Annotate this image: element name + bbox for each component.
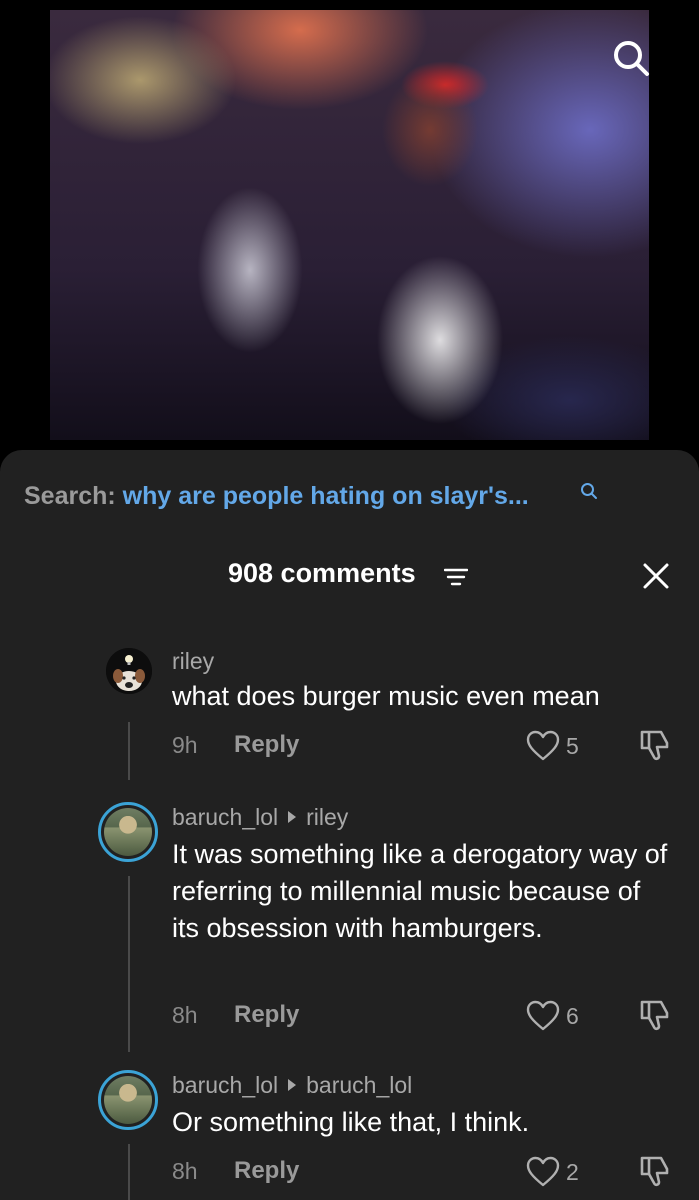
search-icon[interactable] (611, 38, 651, 78)
comments-header: 908 comments (0, 558, 699, 594)
comment-username[interactable]: baruch_lol baruch_lol (172, 1072, 412, 1099)
comment-text: what does burger music even mean (172, 681, 600, 711)
heart-icon[interactable] (526, 1156, 560, 1188)
video-frame[interactable] (50, 10, 649, 440)
search-suggestion[interactable]: Search: why are people hating on slayr's… (24, 482, 529, 511)
dislike-icon[interactable] (638, 728, 672, 762)
comment-text: Or something like that, I think. (172, 1107, 530, 1137)
heart-icon[interactable] (526, 730, 560, 762)
comment-time: 9h (172, 732, 198, 758)
thread-line (128, 722, 130, 780)
comment-username[interactable]: riley (172, 648, 214, 675)
soldier-avatar-icon (104, 808, 152, 856)
thread-line (128, 1144, 130, 1200)
like-count: 5 (566, 733, 579, 759)
search-query-link[interactable]: why are people hating on slayr's... (123, 482, 529, 510)
filter-icon[interactable] (444, 568, 468, 586)
reply-button[interactable]: Reply (234, 731, 299, 759)
reply-arrow-icon (288, 811, 297, 823)
soldier-avatar-icon (104, 1076, 152, 1124)
reply-arrow-icon (288, 1079, 297, 1091)
comment-time: 8h (172, 1158, 198, 1184)
comment-text: It was something like a derogatory way o… (172, 839, 668, 943)
comment-time: 8h (172, 1002, 198, 1028)
heart-icon[interactable] (526, 1000, 560, 1032)
reply-button[interactable]: Reply (234, 1001, 299, 1029)
thread-line (128, 876, 130, 1052)
comment-username[interactable]: baruch_lol riley (172, 804, 348, 831)
dog-avatar-icon (106, 648, 152, 694)
dislike-icon[interactable] (638, 998, 672, 1032)
username[interactable]: riley (172, 648, 214, 674)
close-icon[interactable] (642, 562, 670, 590)
dislike-icon[interactable] (638, 1154, 672, 1188)
username[interactable]: baruch_lol (172, 1072, 278, 1098)
comment-count: 908 comments (228, 558, 416, 588)
avatar[interactable] (106, 648, 152, 694)
reply-to-username[interactable]: riley (306, 804, 348, 830)
like-count: 2 (566, 1159, 579, 1185)
video-player[interactable] (0, 0, 699, 450)
like-count: 6 (566, 1003, 579, 1029)
avatar[interactable] (98, 802, 158, 862)
search-icon[interactable] (580, 482, 598, 500)
comments-sheet: Search: why are people hating on slayr's… (0, 450, 699, 1200)
avatar[interactable] (98, 1070, 158, 1130)
username[interactable]: baruch_lol (172, 804, 278, 830)
search-prefix: Search: (24, 482, 116, 510)
reply-to-username[interactable]: baruch_lol (306, 1072, 412, 1098)
reply-button[interactable]: Reply (234, 1157, 299, 1185)
